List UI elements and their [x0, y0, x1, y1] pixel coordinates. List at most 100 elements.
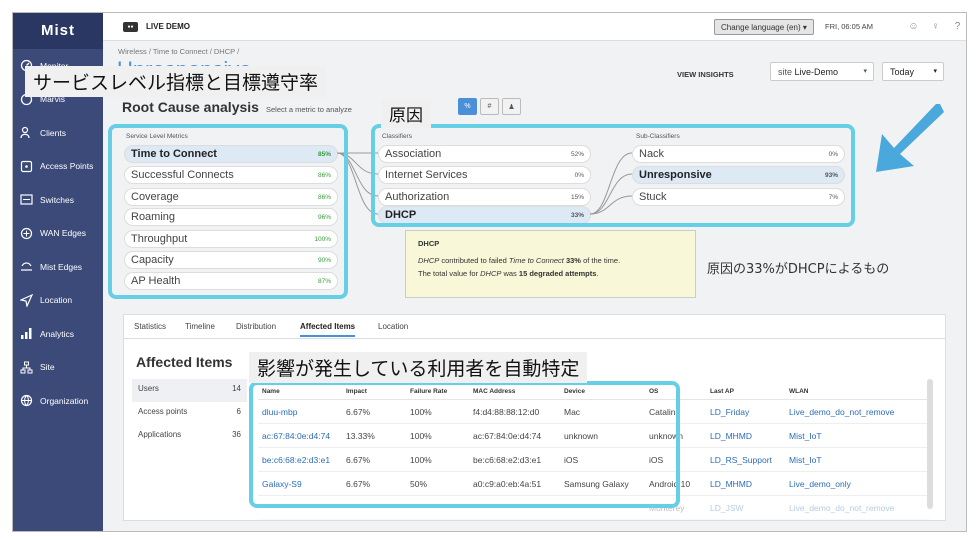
tooltip-text: 33%	[563, 256, 581, 265]
sidebar-item-label: Access Points	[40, 161, 94, 172]
sidebar-item-wan-edges[interactable]: WAN Edges	[13, 217, 103, 251]
chevron-down-icon: ▾	[802, 22, 807, 32]
switch-icon	[18, 193, 34, 207]
sidebar-item-label: Site	[40, 362, 55, 373]
percent-toggle[interactable]: %	[458, 98, 477, 115]
screenshot-root: { "brand":{"logo":"Mist"}, "sidebar":{"i…	[0, 0, 980, 540]
users-callout: 影響が発生している利用者を自動特定	[249, 352, 588, 383]
sidebar-item-label: Location	[40, 295, 73, 306]
table-cell[interactable]: Live_demo_do_not_remove	[789, 407, 930, 417]
org-badge-icon: ●●	[123, 21, 138, 32]
column-header[interactable]: Last AP	[710, 388, 789, 395]
tooltip-text: of the time.	[580, 256, 621, 265]
sidebar-item-organization[interactable]: Organization	[13, 384, 103, 418]
tooltip-line-2: The total value for DHCP was 15 degraded…	[418, 267, 683, 280]
org-name[interactable]: LIVE DEMO	[146, 22, 190, 31]
rca-title: Root Cause analysis	[122, 99, 259, 115]
sidebar-item-site[interactable]: Site	[13, 351, 103, 385]
dhcp-tooltip: DHCP DHCP contributed to failed Time to …	[405, 230, 696, 298]
sidebar-item-label: WAN Edges	[40, 228, 86, 239]
affected-category-item[interactable]: Applications 36	[132, 425, 247, 448]
category-count: 6	[236, 407, 241, 416]
dhcp-cause-note: 原因の33%がDHCPによるもの	[707, 262, 890, 277]
sidebar-item-switches[interactable]: Switches	[13, 183, 103, 217]
table-cell[interactable]: Live_demo_only	[789, 479, 930, 489]
table-cell[interactable]: Live_demo_do_not_remove	[789, 503, 930, 513]
table-cell[interactable]: LD_RS_Support	[710, 455, 789, 465]
mist-edge-icon	[18, 260, 34, 274]
site-prefix: site	[778, 67, 793, 77]
column-header[interactable]: WLAN	[789, 388, 930, 395]
clients-icon	[18, 126, 34, 140]
time-range-value: Today	[890, 67, 915, 77]
site-select[interactable]: site Live-Demo ▾	[770, 62, 874, 81]
table-scrollbar[interactable]	[927, 379, 933, 509]
analytics-icon	[18, 327, 34, 341]
tooltip-text: Time to Connect	[508, 256, 564, 265]
sle-highlight-box	[108, 124, 348, 299]
person-icon[interactable]: ♟	[502, 98, 521, 115]
tooltip-text: .	[596, 269, 599, 278]
affected-category-item[interactable]: Access points 6	[132, 402, 247, 425]
tab-statistics[interactable]: Statistics	[134, 322, 166, 331]
wan-edge-icon	[18, 226, 34, 240]
users-highlight-box	[249, 381, 680, 508]
access-point-icon	[18, 159, 34, 173]
organization-icon	[18, 394, 34, 408]
tooltip-text: The total value for	[418, 269, 481, 278]
change-language-label: Change language (en)	[721, 22, 801, 32]
chevron-down-icon: ▾	[933, 68, 937, 75]
breadcrumb[interactable]: Wireless / Time to Connect / DHCP /	[118, 47, 239, 56]
site-value: Live-Demo	[794, 67, 839, 77]
clock: FRI, 06:05 AM	[825, 22, 873, 31]
category-label: Applications	[138, 430, 182, 439]
table-cell[interactable]: LD_MHMD	[710, 431, 789, 441]
tooltip-line-1: DHCP contributed to failed Time to Conne…	[418, 254, 683, 267]
table-cell[interactable]: Mist_IoT	[789, 431, 930, 441]
sidebar-item-label: Mist Edges	[40, 261, 83, 272]
tab-affected-items[interactable]: Affected Items	[300, 322, 356, 337]
affected-category-item[interactable]: Users 14	[132, 379, 247, 402]
category-label: Users	[138, 384, 159, 393]
sidebar-item-analytics[interactable]: Analytics	[13, 317, 103, 351]
count-toggle[interactable]: #	[480, 98, 499, 115]
top-bar: ●● LIVE DEMO Change language (en) ▾ FRI,…	[103, 13, 966, 41]
sidebar-item-mist-edges[interactable]: Mist Edges	[13, 250, 103, 284]
sidebar-item-label: Organization	[40, 395, 89, 406]
tooltip-text: DHCP	[480, 269, 502, 278]
tab-location[interactable]: Location	[378, 322, 408, 331]
sidebar-item-label: Switches	[40, 194, 75, 205]
category-label: Access points	[138, 407, 188, 416]
bulb-icon[interactable]: ♀	[930, 21, 941, 32]
rca-subtitle: Select a metric to analyze	[266, 105, 352, 114]
table-cell[interactable]: LD_Friday	[710, 407, 789, 417]
time-range-select[interactable]: Today ▾	[882, 62, 944, 81]
table-cell[interactable]: LD_MHMD	[710, 479, 789, 489]
table-cell[interactable]: LD_JSW	[710, 503, 789, 513]
tab-distribution[interactable]: Distribution	[236, 322, 276, 331]
tab-timeline[interactable]: Timeline	[185, 322, 215, 331]
sidebar-item-location[interactable]: Location	[13, 284, 103, 318]
category-count: 36	[232, 430, 241, 439]
change-language-button[interactable]: Change language (en) ▾	[714, 19, 814, 35]
help-icon[interactable]: ?	[952, 21, 963, 32]
sle-callout: サービスレベル指標と目標遵守率	[25, 66, 327, 97]
tooltip-text: contributed to failed	[439, 256, 509, 265]
tooltip-title: DHCP	[418, 239, 440, 248]
table-cell[interactable]: Mist_IoT	[789, 455, 930, 465]
tooltip-text: was	[501, 269, 519, 278]
chevron-down-icon: ▾	[863, 68, 867, 75]
affected-items-title: Affected Items	[136, 354, 233, 370]
view-toggle-group: % # ♟	[458, 98, 521, 115]
cause-callout: 原因	[381, 99, 431, 128]
sidebar-item-label: Analytics	[40, 328, 75, 339]
location-icon	[18, 293, 34, 307]
sidebar-item-clients[interactable]: Clients	[13, 116, 103, 150]
tooltip-text: 15 degraded attempts	[518, 269, 597, 278]
sidebar-item-access-points[interactable]: Access Points	[13, 150, 103, 184]
user-icon[interactable]: ☺	[908, 21, 919, 32]
arrow-pointer-icon	[876, 104, 944, 172]
tab-bar: Statistics Timeline Distribution Affected I…	[124, 315, 945, 339]
classifier-highlight-box	[371, 124, 855, 227]
affected-category-list: Users 14 Access points 6 Applications 36	[132, 379, 247, 448]
